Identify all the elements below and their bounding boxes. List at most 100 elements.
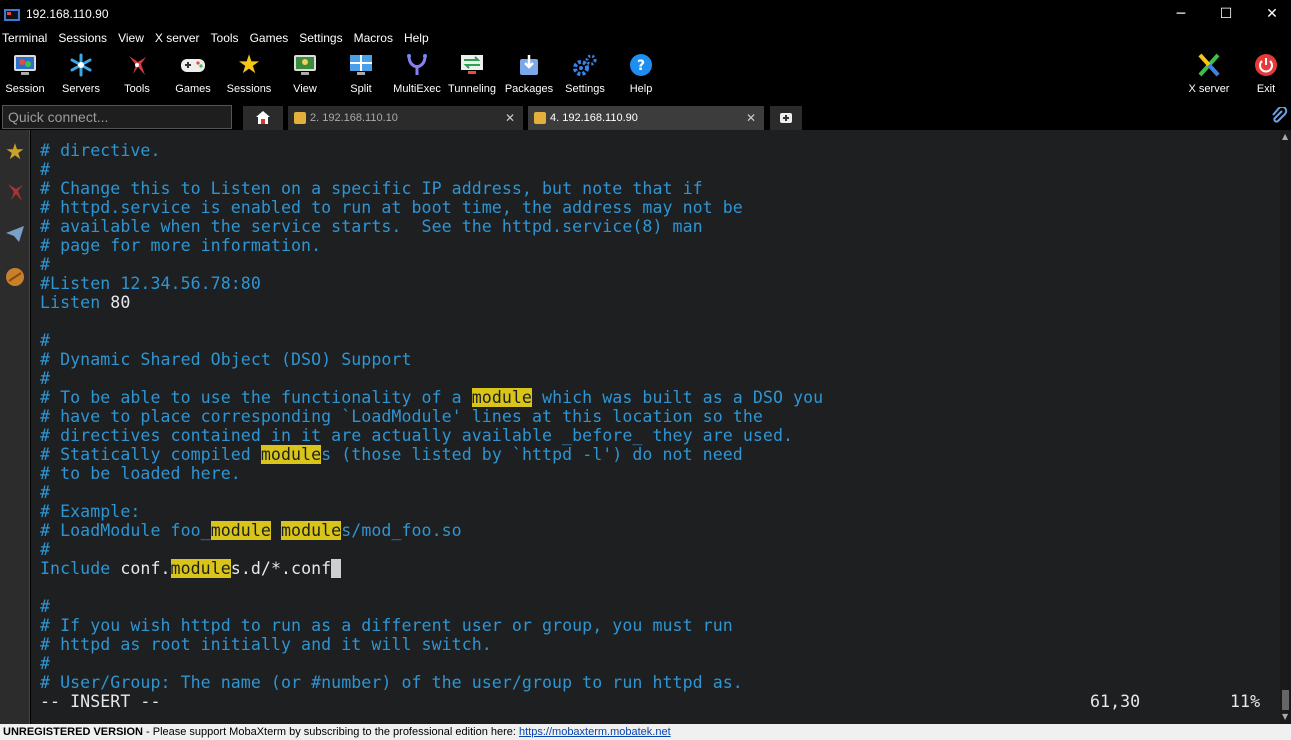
send-icon[interactable] (3, 222, 27, 246)
terminal-line: # User/Group: The name (or #number) of t… (40, 673, 743, 692)
file-percent: 11% (1230, 692, 1261, 711)
menu-help[interactable]: Help (402, 31, 431, 45)
servers-icon (68, 52, 94, 78)
tools-icon[interactable] (3, 180, 27, 204)
split-button[interactable]: Split (333, 48, 389, 100)
support-message: - Please support MobaXterm by subscribin… (142, 726, 520, 738)
close-tab-icon[interactable]: ✕ (505, 106, 515, 130)
menu-terminal[interactable]: Terminal (0, 31, 49, 45)
xserver-icon (1196, 52, 1222, 78)
session-button[interactable]: Session (0, 48, 53, 100)
terminal-line: # to be loaded here. (40, 464, 241, 483)
menu-bar: Terminal Sessions View X server Tools Ga… (0, 28, 1291, 48)
terminal-line: # directive. (40, 141, 161, 160)
games-button[interactable]: Games (165, 48, 221, 100)
terminal-line: Listen 80 (40, 293, 131, 312)
terminal-line: # httpd.service is enabled to run at boo… (40, 198, 743, 217)
menu-sessions[interactable]: Sessions (56, 31, 109, 45)
terminal-line: # (40, 160, 51, 179)
terminal-line: # Change this to Listen on a specific IP… (40, 179, 703, 198)
tab-row: Quick connect... 2. 192.168.110.10 ✕ 4. … (0, 102, 1291, 130)
tab-label: 4. 192.168.110.90 (550, 112, 638, 124)
terminal-line: # (40, 483, 51, 502)
terminal-line: # (40, 369, 51, 388)
maximize-button[interactable]: ☐ (1203, 0, 1249, 28)
new-tab-button[interactable] (770, 106, 802, 130)
attach-icon[interactable] (1270, 105, 1288, 125)
terminal-line: Include conf.modules.d/*.conf (40, 559, 342, 578)
menu-settings[interactable]: Settings (297, 31, 344, 45)
menu-xserver[interactable]: X server (153, 31, 202, 45)
title-bar: 192.168.110.90 ─ ☐ ✕ (0, 0, 1291, 28)
terminal-scrollbar[interactable]: ▲ ▼ (1280, 130, 1291, 724)
left-sidebar: ★ (0, 130, 30, 724)
menu-view[interactable]: View (116, 31, 146, 45)
terminal-line: # directives contained in it are actuall… (40, 426, 794, 445)
quick-connect-input[interactable]: Quick connect... (2, 105, 232, 129)
tools-button[interactable]: Tools (109, 48, 165, 100)
app-icon (4, 7, 20, 21)
menu-games[interactable]: Games (248, 31, 291, 45)
tunneling-button[interactable]: Tunneling (444, 48, 500, 100)
tab-session-4[interactable]: 4. 192.168.110.90 ✕ (528, 106, 764, 130)
terminal-line: # have to place corresponding `LoadModul… (40, 407, 763, 426)
help-icon: ? (628, 52, 654, 78)
settings-icon (572, 52, 598, 78)
search-highlight: module (471, 388, 532, 407)
view-icon (292, 52, 318, 78)
terminal-line: # page for more information. (40, 236, 322, 255)
terminal-line: # (40, 597, 51, 616)
exit-button[interactable]: Exit (1238, 48, 1291, 100)
cursor-position: 61,30 (1090, 692, 1141, 711)
mobaxterm-link[interactable]: https://mobaxterm.mobatek.net (519, 726, 671, 738)
window-title: 192.168.110.90 (26, 7, 109, 21)
plus-icon (780, 113, 792, 123)
close-tab-icon[interactable]: ✕ (746, 106, 756, 130)
terminal-line: # httpd as root initially and it will sw… (40, 635, 492, 654)
status-bar: UNREGISTERED VERSION - Please support Mo… (0, 724, 1291, 740)
multiexec-button[interactable]: MultiExec (389, 48, 445, 100)
terminal-line: # (40, 255, 51, 274)
text-cursor (331, 559, 342, 578)
multiexec-icon (404, 52, 430, 78)
terminal-line: # (40, 540, 51, 559)
sessions-button[interactable]: ★ Sessions (221, 48, 277, 100)
tools-icon (124, 52, 150, 78)
search-highlight: module (280, 521, 342, 540)
terminal-view[interactable]: # directive. # # Change this to Listen on … (31, 130, 1280, 724)
help-button[interactable]: ? Help (613, 48, 669, 100)
svg-text:?: ? (637, 58, 645, 74)
scrollbar-thumb[interactable] (1282, 690, 1289, 710)
star-icon[interactable]: ★ (3, 140, 27, 165)
terminal-line: # available when the service starts. See… (40, 217, 703, 236)
tab-session-2[interactable]: 2. 192.168.110.10 ✕ (288, 106, 523, 130)
star-icon: ★ (237, 50, 261, 80)
ssh-tab-icon (534, 112, 546, 124)
xserver-button[interactable]: X server (1181, 48, 1237, 100)
toolbar: Session Servers Tools Games ★ Sessions V… (0, 48, 1291, 102)
search-highlight: module (260, 445, 322, 464)
servers-button[interactable]: Servers (53, 48, 109, 100)
terminal-line: # Dynamic Shared Object (DSO) Support (40, 350, 412, 369)
macros-icon[interactable] (3, 265, 27, 289)
settings-button[interactable]: Settings (557, 48, 613, 100)
terminal-line: # Statically compiled modules (those lis… (40, 445, 743, 464)
search-highlight: module (170, 559, 231, 578)
home-icon (256, 111, 270, 124)
games-icon (180, 52, 206, 78)
terminal-line: # Example: (40, 502, 141, 521)
view-button[interactable]: View (277, 48, 333, 100)
close-button[interactable]: ✕ (1249, 0, 1291, 28)
power-icon (1253, 52, 1279, 78)
packages-button[interactable]: Packages (501, 48, 557, 100)
tab-label: 2. 192.168.110.10 (310, 112, 398, 124)
minimize-button[interactable]: ─ (1158, 0, 1204, 28)
terminal-line: #Listen 12.34.56.78:80 (40, 274, 261, 293)
packages-icon (516, 52, 542, 78)
ssh-tab-icon (294, 112, 306, 124)
home-tab[interactable] (243, 106, 283, 130)
tunneling-icon (459, 52, 485, 78)
menu-macros[interactable]: Macros (352, 31, 395, 45)
terminal-line: # (40, 654, 51, 673)
menu-tools[interactable]: Tools (209, 31, 241, 45)
